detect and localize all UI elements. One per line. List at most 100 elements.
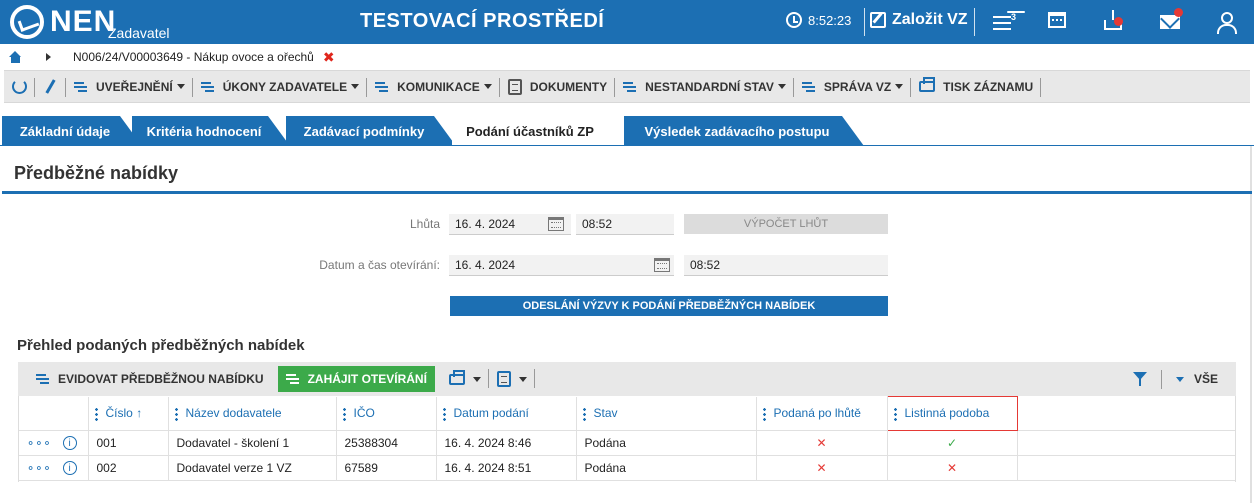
column-paper-form[interactable]: Listinná podoba bbox=[886, 396, 1018, 431]
caret-down-icon[interactable] bbox=[1175, 376, 1184, 382]
cell-submission-date: 16. 4. 2024 8:46 bbox=[436, 430, 577, 456]
home-icon[interactable] bbox=[9, 51, 22, 63]
toolbar-publication[interactable]: UVEŘEJNĚNÍ bbox=[66, 71, 193, 102]
chevron-right-icon bbox=[46, 53, 51, 61]
deadline-time-value: 08:52 bbox=[582, 217, 613, 231]
session-clock: 8:52:23 bbox=[786, 12, 851, 28]
deadline-label: Lhůta bbox=[409, 217, 440, 231]
filter-icon[interactable] bbox=[1132, 372, 1147, 386]
calendar-icon[interactable] bbox=[548, 217, 564, 231]
start-opening-button[interactable]: ZAHÁJIT OTEVÍRÁNÍ bbox=[277, 366, 435, 392]
pencil-icon bbox=[45, 79, 56, 94]
more-options-icon[interactable]: ⚬⚬⚬ bbox=[26, 463, 52, 475]
opening-time-value: 08:52 bbox=[690, 258, 721, 272]
table-row[interactable]: ⚬⚬⚬ i 002 Dodavatel verze 1 VZ 67589 16. … bbox=[18, 455, 1236, 481]
calendar-icon[interactable] bbox=[654, 258, 670, 272]
deadline-date-field[interactable]: 16. 4. 2024 bbox=[449, 214, 571, 235]
column-supplier-name[interactable]: Název dodavatele bbox=[168, 396, 337, 431]
clock-icon bbox=[786, 12, 802, 28]
mail-icon[interactable] bbox=[1160, 8, 1183, 29]
breadcrumb-contract[interactable]: N006/24/V00003649 - Nákup ovoce a ořechů bbox=[73, 50, 314, 64]
export-button[interactable] bbox=[489, 362, 535, 396]
header-divider bbox=[864, 8, 865, 36]
contract-toolbar: UVEŘEJNĚNÍ ÚKONY ZADAVATELE KOMUNIKACE D… bbox=[4, 70, 1250, 103]
refresh-button[interactable] bbox=[4, 71, 35, 102]
tab-evaluation-criteria[interactable]: Kritéria hodnocení bbox=[132, 116, 290, 146]
cell-late-submission: ✕ bbox=[756, 430, 888, 456]
calendar-icon[interactable] bbox=[1048, 12, 1066, 28]
nen-logo[interactable]: NEN bbox=[10, 5, 116, 39]
info-icon[interactable]: i bbox=[62, 436, 77, 451]
column-label: Podaná po lhůtě bbox=[773, 405, 861, 420]
record-offer-button[interactable]: EVIDOVAT PŘEDBĚŽNOU NABÍDKU bbox=[18, 362, 272, 396]
column-submission-date[interactable]: Datum podání bbox=[436, 396, 577, 431]
cell-submission-date: 16. 4. 2024 8:51 bbox=[436, 455, 577, 481]
tab-bar: Základní údaje Kritéria hodnocení Zadáva… bbox=[0, 116, 1254, 146]
actions-icon bbox=[200, 80, 217, 94]
print-grid-button[interactable] bbox=[443, 362, 489, 396]
deadline-time-field[interactable]: 08:52 bbox=[576, 214, 674, 235]
cell-number: 002 bbox=[88, 455, 169, 481]
column-label: Číslo bbox=[105, 405, 133, 420]
user-icon[interactable] bbox=[1216, 12, 1237, 34]
inbox-icon[interactable] bbox=[1104, 10, 1123, 30]
tab-participant-submissions[interactable]: Podání účastníků ZP bbox=[452, 116, 622, 146]
info-icon[interactable]: i bbox=[62, 461, 77, 476]
table-header-row: Číslo ↑ Název dodavatele IČO Datum podán… bbox=[18, 396, 1236, 431]
edit-icon bbox=[870, 12, 886, 28]
column-label: Datum podání bbox=[453, 405, 529, 420]
toolbar-communication[interactable]: KOMUNIKACE bbox=[367, 71, 500, 102]
calculate-deadlines-button[interactable]: VÝPOČET LHŮT bbox=[684, 214, 888, 234]
column-ico[interactable]: IČO bbox=[336, 396, 437, 431]
tab-tender-conditions[interactable]: Zadávací podmínky bbox=[286, 116, 456, 146]
close-icon[interactable]: ✖ bbox=[323, 49, 335, 66]
toolbar-label: NESTANDARDNÍ STAV bbox=[645, 79, 774, 94]
row-actions: ⚬⚬⚬ i bbox=[18, 455, 89, 481]
toolbar-contract-admin[interactable]: SPRÁVA VZ bbox=[794, 71, 912, 102]
section-divider bbox=[2, 191, 1252, 194]
toolbar-label: TISK ZÁZNAMU bbox=[943, 79, 1034, 94]
clock-time: 8:52:23 bbox=[808, 12, 852, 28]
opening-date-field[interactable]: 16. 4. 2024 bbox=[449, 255, 674, 276]
logo-text: NEN bbox=[50, 5, 117, 38]
toolbar-documents[interactable]: DOKUMENTY bbox=[500, 71, 616, 102]
column-status[interactable]: Stav bbox=[576, 396, 757, 431]
caret-down-icon bbox=[777, 84, 786, 89]
caret-down-icon bbox=[518, 376, 527, 382]
toolbar-contractor-acts[interactable]: ÚKONY ZADAVATELE bbox=[193, 71, 368, 102]
more-options-icon[interactable]: ⚬⚬⚬ bbox=[26, 438, 52, 450]
environment-title: TESTOVACÍ PROSTŘEDÍ bbox=[360, 10, 605, 32]
column-label: Listinná podoba bbox=[904, 406, 990, 421]
toolbar-label: KOMUNIKACE bbox=[397, 79, 480, 94]
send-invitation-button[interactable]: ODESLÁNÍ VÝZVY K PODÁNÍ PŘEDBĚŽNÝCH NABÍ… bbox=[450, 296, 888, 316]
grid-filter-tools: VŠE bbox=[1132, 362, 1218, 396]
tab-procedure-result[interactable]: Výsledek zadávacího postupu bbox=[624, 116, 864, 146]
column-label: IČO bbox=[353, 405, 375, 420]
toolbar-nonstandard-state[interactable]: NESTANDARDNÍ STAV bbox=[615, 71, 794, 102]
breadcrumb: N006/24/V00003649 - Nákup ovoce a ořechů… bbox=[0, 44, 1254, 70]
filter-all-label[interactable]: VŠE bbox=[1194, 372, 1218, 386]
cell-ico: 25388304 bbox=[336, 430, 437, 456]
actions-icon bbox=[375, 80, 391, 94]
cell-filler bbox=[1017, 430, 1236, 456]
toolbar-label: ÚKONY ZADAVATELE bbox=[222, 79, 348, 94]
create-contract-button[interactable]: Založit VZ bbox=[870, 11, 968, 29]
header-divider bbox=[974, 8, 975, 36]
column-late-submission[interactable]: Podaná po lhůtě bbox=[756, 396, 888, 431]
menu-badge: 3 bbox=[1007, 11, 1025, 22]
table-row[interactable]: ⚬⚬⚬ i 001 Dodavatel - školení 1 25388304 … bbox=[18, 430, 1236, 456]
cell-ico: 67589 bbox=[336, 455, 437, 481]
cell-paper-form: ✕ bbox=[887, 455, 1018, 481]
notification-dot bbox=[1174, 8, 1183, 17]
toolbar-print-record[interactable]: TISK ZÁZNAMU bbox=[911, 71, 1042, 102]
menu-icon[interactable]: 3 bbox=[993, 11, 1025, 32]
edit-button[interactable] bbox=[35, 71, 66, 102]
tab-underline bbox=[0, 145, 1254, 146]
actions-icon bbox=[285, 372, 302, 386]
caret-down-icon bbox=[351, 84, 360, 89]
actions-icon bbox=[801, 80, 818, 94]
column-number[interactable]: Číslo ↑ bbox=[88, 396, 169, 431]
opening-time-field[interactable]: 08:52 bbox=[684, 255, 888, 276]
cell-supplier-name: Dodavatel verze 1 VZ bbox=[168, 455, 337, 481]
tab-basic-info[interactable]: Základní údaje bbox=[2, 116, 142, 146]
